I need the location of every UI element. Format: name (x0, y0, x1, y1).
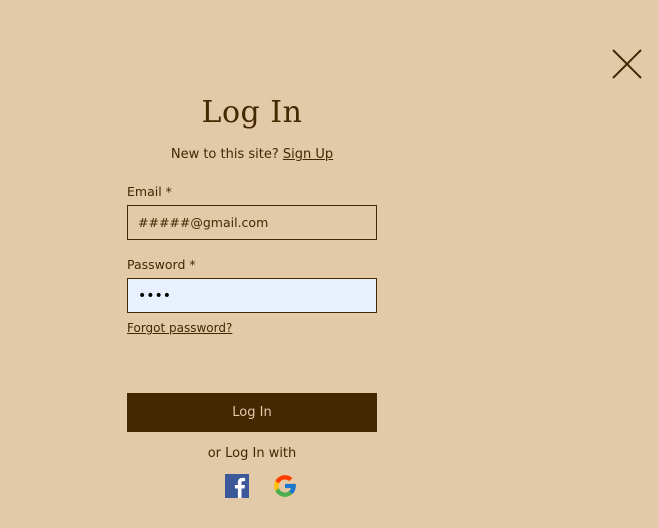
social-login-prompt: or Log In with (207, 446, 297, 461)
facebook-icon (225, 474, 249, 498)
signup-prompt: New to this site? Sign Up (127, 146, 377, 164)
password-label: Password * (127, 257, 196, 272)
forgot-password-link[interactable]: Forgot password? (127, 320, 232, 336)
signup-link[interactable]: Sign Up (283, 147, 333, 162)
email-field[interactable] (127, 205, 377, 240)
login-button[interactable]: Log In (127, 393, 377, 432)
password-field[interactable] (127, 278, 377, 313)
close-x-icon (612, 49, 642, 79)
google-icon (274, 475, 296, 497)
facebook-login-button[interactable] (224, 473, 250, 499)
page-title: Log In (201, 95, 303, 130)
signup-prompt-text: New to this site? (170, 147, 279, 162)
close-button[interactable] (611, 48, 643, 80)
email-label: Email * (127, 184, 172, 199)
google-login-button[interactable] (272, 473, 298, 499)
